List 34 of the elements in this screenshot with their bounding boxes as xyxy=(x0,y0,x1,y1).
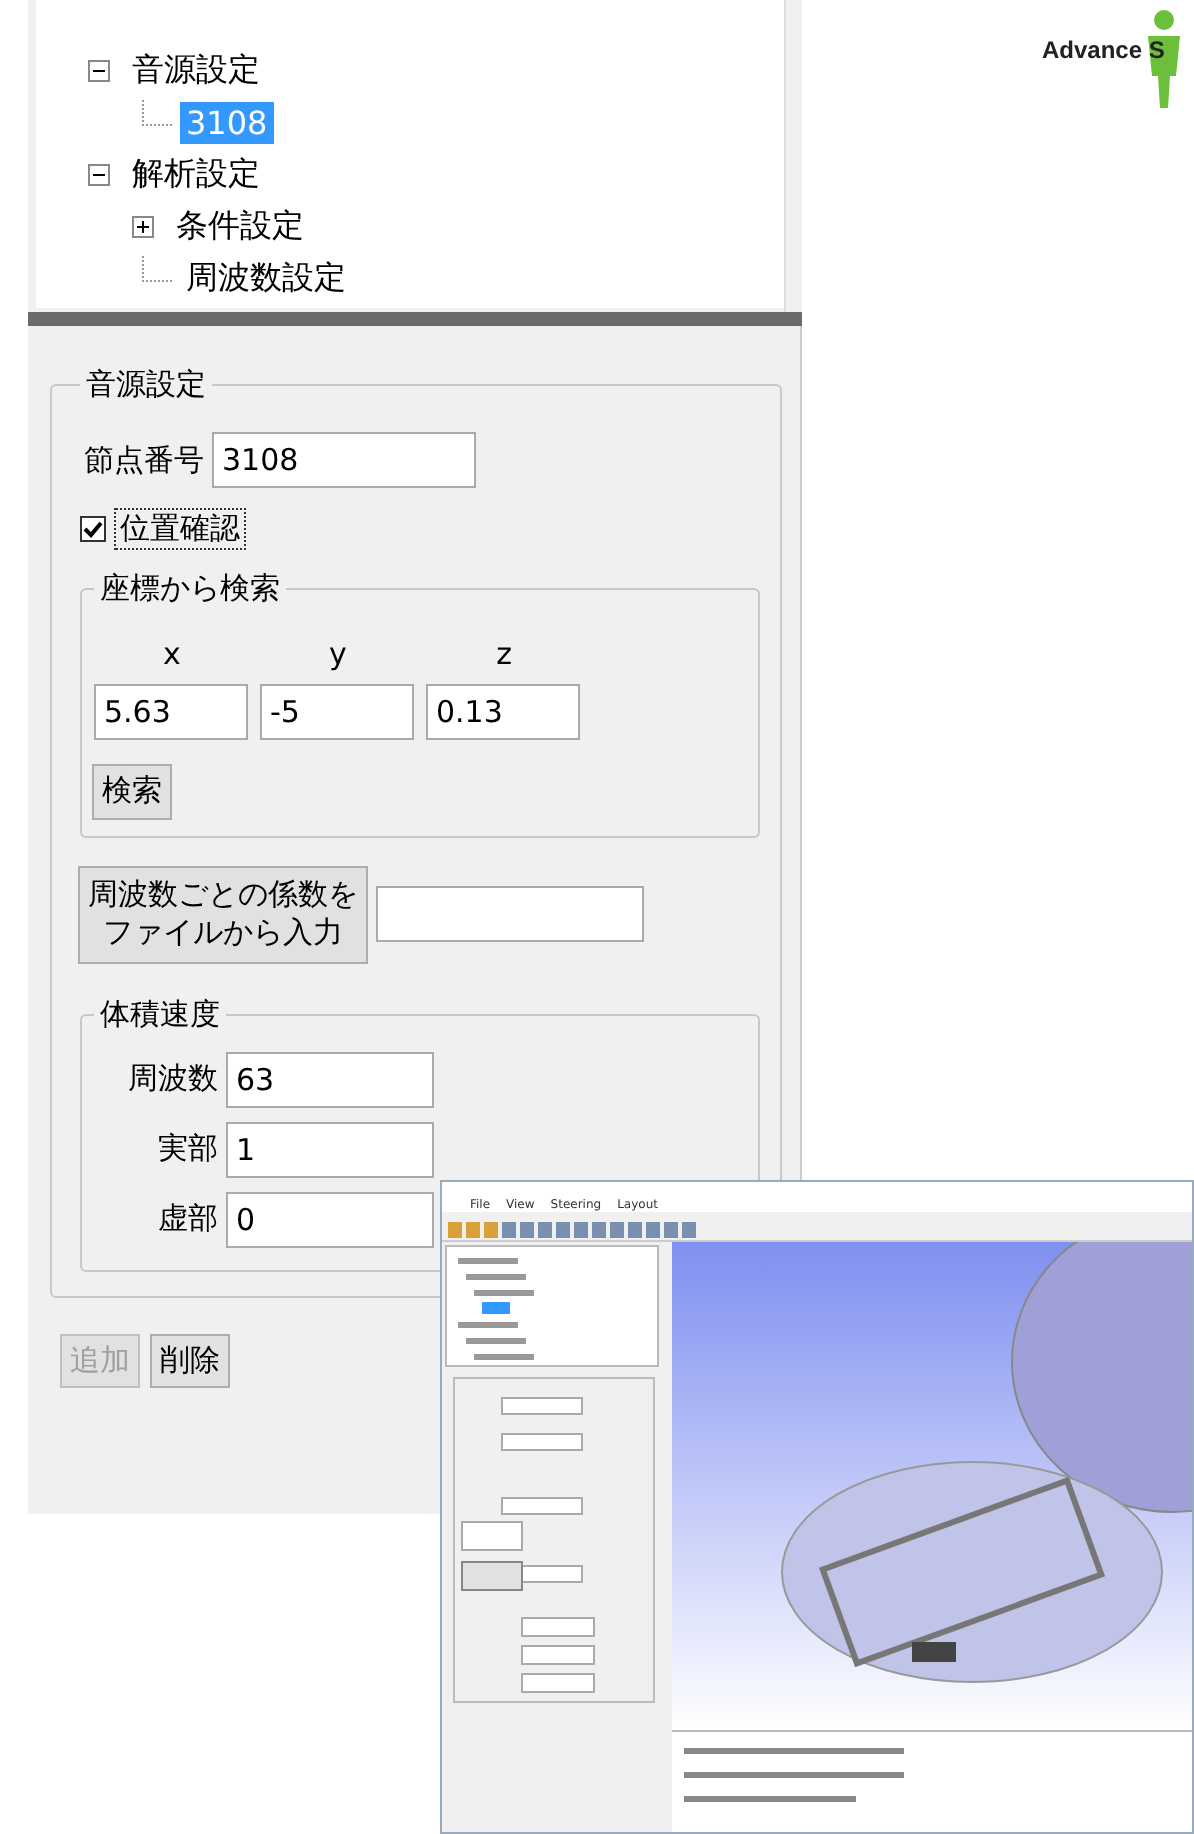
action-button[interactable]: 削除 xyxy=(150,1333,230,1388)
group-title: 座標から検索 xyxy=(98,570,282,608)
axis-label: x xyxy=(161,636,183,672)
tree-item[interactable]: 解析設定 xyxy=(126,151,266,197)
value-field[interactable]: 63 xyxy=(226,1051,434,1107)
file-path-field[interactable] xyxy=(376,886,644,942)
minus-box-icon[interactable] xyxy=(88,59,110,81)
load-from-file-button[interactable]: 周波数ごとの係数を ファイルから入力 xyxy=(78,865,368,963)
field-label: 虚部 xyxy=(156,1200,218,1238)
value-field[interactable]: 1 xyxy=(226,1121,434,1177)
field-label: 節点番号 xyxy=(84,441,204,479)
tree-item[interactable]: 音源設定 xyxy=(126,47,266,93)
search-button[interactable]: 検索 xyxy=(92,764,172,819)
tree-item[interactable]: 条件設定 xyxy=(170,203,310,249)
group-title: 体積速度 xyxy=(98,995,222,1033)
node-number-field[interactable]: 3108 xyxy=(212,432,476,488)
checkbox[interactable] xyxy=(80,516,106,542)
tree-item[interactable]: 周波数設定 xyxy=(180,255,352,301)
logo-text: Advance S xyxy=(1042,36,1165,64)
coordinate-field[interactable]: 5.63 xyxy=(94,684,248,740)
tree-connector-icon xyxy=(142,99,172,125)
value-field[interactable]: 0 xyxy=(226,1191,434,1247)
checkbox-label: 位置確認 xyxy=(114,508,246,550)
coordinate-field[interactable]: -5 xyxy=(260,684,414,740)
field-label: 実部 xyxy=(156,1130,218,1168)
group-title: 音源設定 xyxy=(84,366,208,404)
minus-box-icon[interactable] xyxy=(88,163,110,185)
field-label: 周波数 xyxy=(126,1060,218,1098)
tree-connector-icon xyxy=(142,255,172,281)
axis-label: y xyxy=(327,636,349,672)
person-figure-icon xyxy=(1142,8,1186,112)
axis-label: z xyxy=(494,636,514,672)
plus-box-icon[interactable] xyxy=(132,215,154,237)
coordinate-field[interactable]: 0.13 xyxy=(426,684,580,740)
